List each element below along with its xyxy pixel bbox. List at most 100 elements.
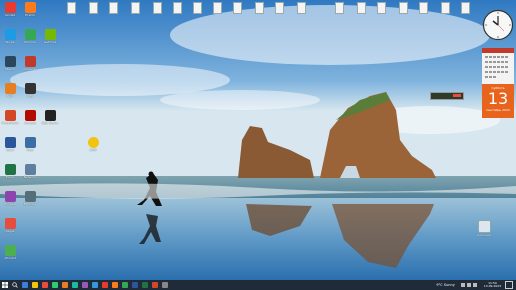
desktop-icon-label: CCleaner — [23, 67, 37, 71]
desktop-icon-label: OBS Studio — [41, 121, 59, 125]
desktop-file-icon[interactable] — [396, 2, 410, 14]
desktop-icon[interactable]: Excel — [2, 164, 18, 180]
app-icon — [42, 282, 48, 288]
desktop-icon-label: Network — [23, 175, 37, 179]
desktop-icon[interactable]: Steam — [2, 56, 18, 72]
desktop-icon[interactable]: Network — [22, 164, 38, 180]
taskbar-app-button[interactable] — [110, 281, 120, 289]
desktop-icon[interactable]: Total — [22, 137, 38, 153]
taskbar-app-button[interactable] — [70, 281, 80, 289]
desktop-icon[interactable]: WinRAR — [2, 191, 18, 207]
desktop-icon[interactable]: Acrobat — [22, 110, 38, 126]
desktop-file-icon[interactable] — [128, 2, 142, 14]
desktop-file-icon[interactable] — [374, 2, 388, 14]
taskbar-app-button[interactable] — [90, 281, 100, 289]
app-icon — [24, 137, 36, 148]
document-icon — [398, 2, 408, 14]
taskbar-app-button[interactable] — [30, 281, 40, 289]
gadget-bar[interactable] — [430, 92, 464, 100]
desktop-icon[interactable]: Firefox — [22, 2, 38, 18]
taskbar-pinned-apps — [20, 281, 170, 289]
desktop-file-icon[interactable] — [294, 2, 308, 14]
taskbar-app-button[interactable] — [60, 281, 70, 289]
taskbar-app-button[interactable] — [40, 281, 50, 289]
document-icon — [172, 2, 182, 14]
desktop-icon[interactable]: Skype — [2, 29, 18, 45]
taskbar-app-button[interactable] — [50, 281, 60, 289]
desktop-icon[interactable]: uTorrent — [2, 245, 18, 261]
desktop-icon-label: GeForce — [43, 40, 57, 44]
taskbar-app-button[interactable] — [120, 281, 130, 289]
app-icon — [112, 282, 118, 288]
document-icon — [418, 2, 428, 14]
desktop-icon-label: Skype — [5, 40, 15, 44]
app-icon — [72, 282, 78, 288]
document-icon — [376, 2, 386, 14]
desktop-icon-label: uTorrent — [3, 256, 17, 260]
desktop-file-icon[interactable] — [438, 2, 452, 14]
start-button[interactable] — [0, 281, 10, 289]
aimp-icon — [87, 137, 99, 148]
desktop-icon[interactable]: OBS Studio — [42, 110, 58, 126]
calendar-widget[interactable] — [482, 48, 514, 84]
document-icon — [460, 2, 470, 14]
app-icon — [22, 282, 28, 288]
document-icon — [66, 2, 76, 14]
desktop-file-icon[interactable] — [190, 2, 204, 14]
desktop-file-icon[interactable] — [332, 2, 346, 14]
taskbar-app-button[interactable] — [20, 281, 30, 289]
taskbar-app-button[interactable] — [150, 281, 160, 289]
document-icon — [108, 2, 118, 14]
app-icon — [44, 29, 56, 40]
desktop-icon[interactable]: OBS — [22, 83, 38, 99]
app-icon — [32, 282, 38, 288]
desktop-icon[interactable]: PowerPoint — [2, 110, 18, 126]
desktop-icon[interactable]: Word — [2, 137, 18, 153]
app-icon — [62, 282, 68, 288]
desktop-icon[interactable]: GeForce — [42, 29, 58, 45]
date-widget-month: Сентябрь 2023 — [486, 108, 510, 112]
analog-clock-widget[interactable] — [482, 9, 514, 41]
document-icon — [88, 2, 98, 14]
search-button[interactable] — [10, 281, 20, 289]
taskbar-clock[interactable]: 11:50 13.09.2023 — [484, 281, 501, 289]
desktop-file-icon[interactable] — [354, 2, 368, 14]
desktop-icon-aimp[interactable]: AIMP — [85, 137, 101, 153]
taskbar-app-button[interactable] — [140, 281, 150, 289]
desktop-icon[interactable]: AIMP — [2, 83, 18, 99]
system-tray-icons[interactable] — [460, 282, 481, 288]
search-icon — [12, 282, 18, 288]
desktop-icon-label: PowerPoint — [1, 121, 19, 125]
desktop-file-icon[interactable] — [230, 2, 244, 14]
desktop-file-icon[interactable] — [150, 2, 164, 14]
desktop-file-icon[interactable] — [252, 2, 266, 14]
desktop-icon[interactable]: Chrome — [22, 29, 38, 45]
desktop-file-icon[interactable] — [272, 2, 286, 14]
taskbar-app-button[interactable] — [130, 281, 140, 289]
recycle-bin[interactable]: Корзина — [476, 220, 492, 238]
desktop-icon[interactable]: Vegas — [2, 218, 18, 234]
taskbar: 9°C Sunny 11:50 13.09.2023 — [0, 280, 516, 290]
desktop-file-icon[interactable] — [106, 2, 120, 14]
desktop-file-icon[interactable] — [86, 2, 100, 14]
taskbar-app-button[interactable] — [80, 281, 90, 289]
app-icon — [24, 191, 36, 202]
recycle-bin-icon — [477, 220, 491, 233]
desktop-file-icon[interactable] — [64, 2, 78, 14]
taskbar-app-button[interactable] — [100, 281, 110, 289]
desktop-file-icon[interactable] — [210, 2, 224, 14]
taskbar-app-button[interactable] — [160, 281, 170, 289]
weather-widget[interactable]: 9°C Sunny — [436, 283, 454, 287]
app-icon — [24, 2, 36, 13]
date-widget[interactable]: Суббота 13 Сентябрь 2023 — [482, 84, 514, 118]
app-icon — [24, 29, 36, 40]
desktop-file-icon[interactable] — [170, 2, 184, 14]
document-icon — [296, 2, 306, 14]
desktop-icon[interactable]: Yandex — [2, 2, 18, 18]
notification-button[interactable] — [505, 281, 513, 289]
desktop-file-icon[interactable] — [458, 2, 472, 14]
desktop-icon[interactable]: CCleaner — [22, 56, 38, 72]
app-icon — [52, 282, 58, 288]
desktop-icon[interactable]: Explorer — [22, 191, 38, 207]
desktop-file-icon[interactable] — [416, 2, 430, 14]
